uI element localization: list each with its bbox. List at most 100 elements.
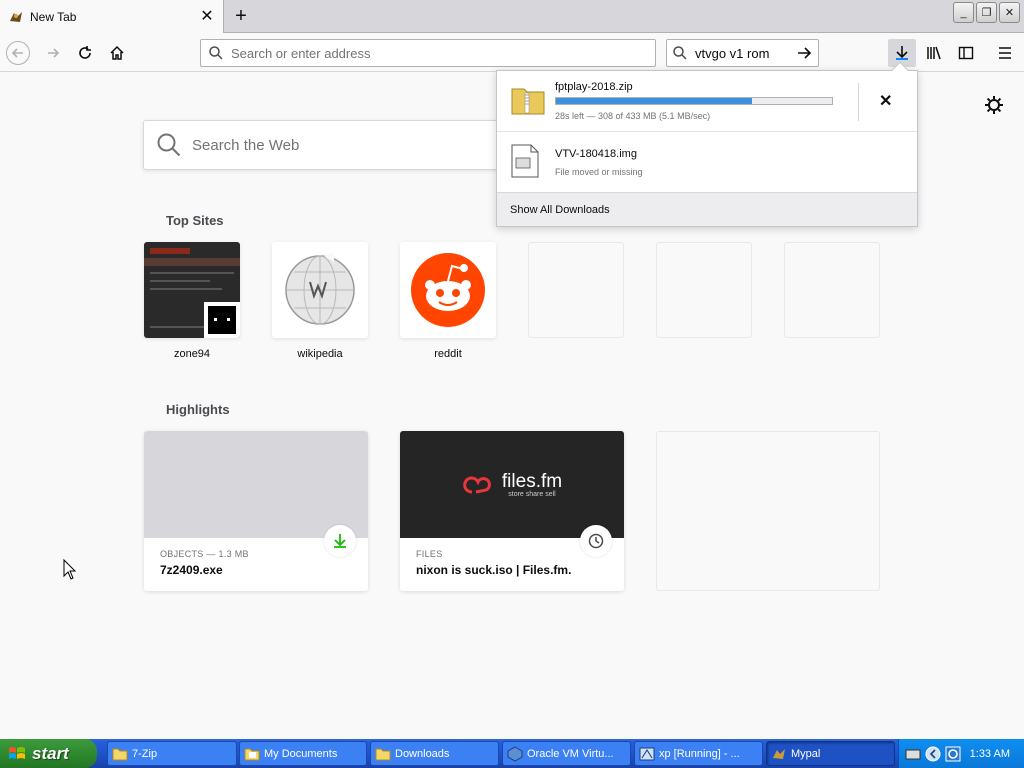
top-site-zone94[interactable]: zone94 xyxy=(144,242,240,360)
site-thumbnail xyxy=(144,242,240,338)
taskbar-task-xp-running[interactable]: xp [Running] - ... xyxy=(634,741,763,766)
forward-arrow-icon[interactable] xyxy=(41,41,65,65)
highlight-card-empty xyxy=(656,431,880,591)
task-label: Oracle VM Virtu... xyxy=(527,747,614,760)
zip-file-icon xyxy=(511,88,545,115)
download-filename: fptplay-2018.zip xyxy=(555,81,633,93)
search-icon xyxy=(157,133,181,157)
highlight-thumbnail: files.fm store share sell xyxy=(400,431,624,538)
search-icon xyxy=(209,46,223,60)
folder-icon xyxy=(375,748,391,760)
download-arrow-icon xyxy=(896,46,908,60)
top-site-empty xyxy=(528,242,624,338)
divider xyxy=(858,83,859,121)
download-item[interactable]: VTV-180418.img File moved or missing xyxy=(497,132,917,192)
download-progress-fill xyxy=(556,98,752,104)
keyboard-icon[interactable] xyxy=(905,746,921,762)
task-label: Mypal xyxy=(791,747,821,760)
hamburger-menu-icon[interactable] xyxy=(993,41,1017,65)
tab-close-icon[interactable]: ✕ xyxy=(199,8,215,25)
show-all-downloads-button[interactable]: Show All Downloads xyxy=(497,192,917,226)
virtual-machine-icon xyxy=(639,747,655,760)
task-label: My Documents xyxy=(264,747,338,760)
search-icon xyxy=(673,46,687,60)
highlight-context: FILES xyxy=(416,549,443,559)
taskbar-task-my-documents[interactable]: My Documents xyxy=(239,741,367,766)
app-tray-icon[interactable] xyxy=(945,746,961,762)
files-fm-tagline: store share sell xyxy=(508,490,556,498)
cancel-download-icon[interactable]: ✕ xyxy=(879,91,892,111)
mypal-favicon-icon xyxy=(10,11,22,22)
start-button[interactable]: start xyxy=(0,739,97,768)
highlight-card[interactable]: files.fm store share sell FILES nixon is… xyxy=(400,431,624,591)
gear-icon[interactable] xyxy=(984,95,1004,115)
top-sites-title: Top Sites xyxy=(166,213,224,228)
reddit-alien-icon xyxy=(411,253,485,327)
highlight-thumbnail xyxy=(144,431,368,538)
search-bar[interactable]: vtvgo v1 rom xyxy=(666,39,819,67)
top-site-reddit[interactable]: reddit xyxy=(400,242,496,360)
disk-image-file-icon xyxy=(511,144,539,178)
taskbar-task-downloads[interactable]: Downloads xyxy=(370,741,499,766)
download-filename: VTV-180418.img xyxy=(555,148,637,160)
download-progress-bar xyxy=(555,97,833,105)
start-label: start xyxy=(32,743,69,763)
downloads-panel: fptplay-2018.zip 28s left — 308 of 433 M… xyxy=(496,61,918,227)
window-controls: _ ❐ ✕ xyxy=(953,2,1020,23)
taskbar-task-virtualbox[interactable]: Oracle VM Virtu... xyxy=(502,741,631,766)
top-site-label: wikipedia xyxy=(297,348,343,360)
home-icon[interactable] xyxy=(105,41,129,65)
top-site-empty xyxy=(656,242,752,338)
top-site-label: zone94 xyxy=(173,348,211,360)
taskbar-task-mypal[interactable]: Mypal xyxy=(766,741,895,766)
files-fm-brand: files.fm xyxy=(501,470,563,492)
folder-icon xyxy=(244,748,260,760)
site-thumbnail xyxy=(400,242,496,338)
download-item[interactable]: fptplay-2018.zip 28s left — 308 of 433 M… xyxy=(497,71,917,132)
restore-button[interactable]: ❐ xyxy=(976,2,997,23)
clock: 1:33 AM xyxy=(969,747,1010,760)
mouse-cursor-icon xyxy=(63,559,77,580)
search-bar-value: vtvgo v1 rom xyxy=(695,45,770,61)
close-window-button[interactable]: ✕ xyxy=(999,2,1020,23)
windows-flag-icon xyxy=(9,746,25,759)
show-hidden-icons-chevron-icon[interactable] xyxy=(925,746,941,762)
wikipedia-globe-icon xyxy=(285,252,355,325)
reload-icon[interactable] xyxy=(73,41,97,65)
windows-taskbar: start 7-Zip My Documents Downloads Oracl… xyxy=(0,739,1024,768)
mypal-icon xyxy=(773,748,785,759)
search-go-arrow-icon[interactable] xyxy=(796,45,812,61)
url-bar[interactable]: Search or enter address xyxy=(200,39,656,67)
task-label: Downloads xyxy=(395,747,450,760)
tab-strip: New Tab ✕ + _ ❐ ✕ xyxy=(0,0,1024,33)
new-tab-plus-icon[interactable]: + xyxy=(229,5,253,27)
back-arrow-icon[interactable] xyxy=(6,41,30,65)
zone94-favicon-icon xyxy=(204,302,240,338)
tab-title: New Tab xyxy=(30,9,77,24)
task-label: 7-Zip xyxy=(132,747,158,760)
highlight-title: 7z2409.exe xyxy=(160,563,223,577)
library-icon[interactable] xyxy=(922,41,946,65)
top-site-label: reddit xyxy=(434,348,462,360)
system-tray: 1:33 AM xyxy=(898,739,1024,768)
highlight-title: nixon is suck.iso | Files.fm. xyxy=(416,563,572,577)
download-status: File moved or missing xyxy=(555,167,643,177)
clock-icon xyxy=(580,525,612,557)
site-thumbnail xyxy=(272,242,368,338)
highlight-context: OBJECTS — 1.3 MB xyxy=(160,549,249,559)
download-status: 28s left — 308 of 433 MB (5.1 MB/sec) xyxy=(555,111,711,121)
virtualbox-icon xyxy=(507,745,523,762)
files-fm-logo-icon xyxy=(463,476,491,493)
top-site-wikipedia[interactable]: wikipedia xyxy=(272,242,368,360)
top-site-empty xyxy=(784,242,880,338)
tab-new-tab[interactable]: New Tab ✕ xyxy=(0,0,224,33)
highlight-card[interactable]: OBJECTS — 1.3 MB 7z2409.exe xyxy=(144,431,368,591)
folder-icon xyxy=(112,748,128,760)
taskbar-task-7zip[interactable]: 7-Zip xyxy=(107,741,237,766)
download-icon xyxy=(324,525,356,557)
sidebar-icon[interactable] xyxy=(954,41,978,65)
highlights-title: Highlights xyxy=(166,402,230,417)
navigation-toolbar: Search or enter address vtvgo v1 rom xyxy=(0,34,1024,72)
minimize-button[interactable]: _ xyxy=(953,2,974,23)
web-search-placeholder: Search the Web xyxy=(192,136,300,154)
